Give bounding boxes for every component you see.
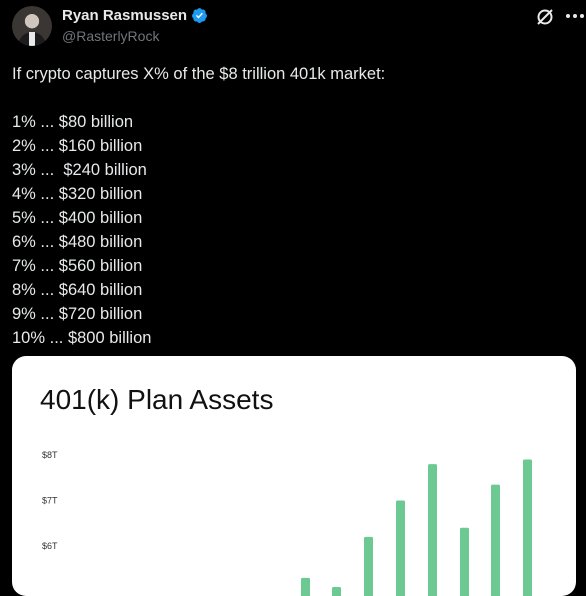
y-tick-label: $8T xyxy=(42,450,58,460)
tweet-line: 9% ... $720 billion xyxy=(12,302,572,326)
tweet-line: 6% ... $480 billion xyxy=(12,230,572,254)
grok-icon[interactable] xyxy=(535,7,555,27)
tweet-line: 7% ... $560 billion xyxy=(12,254,572,278)
verified-badge-icon xyxy=(191,7,208,24)
chart-bar xyxy=(460,528,469,596)
author-name[interactable]: Ryan Rasmussen xyxy=(62,7,187,24)
bar-chart: $8T $7T $6T xyxy=(12,356,576,596)
author-handle[interactable]: @RasterlyRock xyxy=(62,28,159,44)
tweet-header: Ryan Rasmussen @RasterlyRock xyxy=(12,4,574,48)
tweet-line: 4% ... $320 billion xyxy=(12,182,572,206)
tweet-text: If crypto captures X% of the $8 trillion… xyxy=(12,62,572,350)
y-tick-label: $6T xyxy=(42,541,58,551)
y-tick-label: $7T xyxy=(42,496,58,506)
tweet-line: 2% ... $160 billion xyxy=(12,134,572,158)
tweet-line: 3% ... $240 billion xyxy=(12,158,572,182)
media-card[interactable]: 401(k) Plan Assets $8T$7T$6T xyxy=(12,356,576,596)
avatar-shirt xyxy=(29,32,35,46)
author-name-row: Ryan Rasmussen xyxy=(62,7,208,24)
chart-bar xyxy=(332,587,341,596)
chart-bar xyxy=(364,537,373,596)
avatar[interactable] xyxy=(12,6,52,46)
tweet-line: If crypto captures X% of the $8 trillion… xyxy=(12,62,572,86)
chart-bar xyxy=(491,485,500,596)
chart-bar xyxy=(523,460,532,596)
chart-bar xyxy=(301,578,310,596)
tweet-line: 1% ... $80 billion xyxy=(12,110,572,134)
chart-bar xyxy=(428,464,437,596)
tweet-line: 5% ... $400 billion xyxy=(12,206,572,230)
chart-bar xyxy=(396,501,405,596)
tweet-line: 10% ... $800 billion xyxy=(12,326,572,350)
tweet-line xyxy=(12,86,572,110)
more-icon[interactable] xyxy=(564,6,586,26)
tweet-line: 8% ... $640 billion xyxy=(12,278,572,302)
